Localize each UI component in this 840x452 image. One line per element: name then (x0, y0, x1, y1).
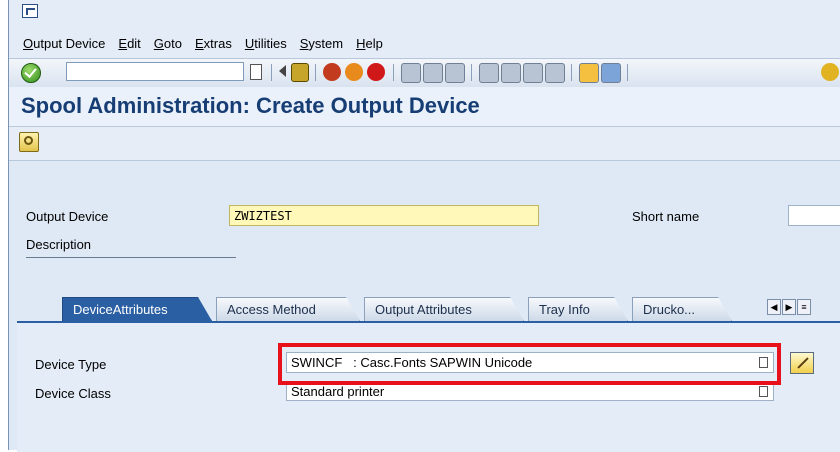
find-next-icon[interactable] (445, 63, 465, 83)
system-toolbar (9, 58, 840, 88)
system-menu-icon[interactable] (22, 4, 38, 18)
create-session-icon[interactable] (579, 63, 599, 83)
menu-help[interactable]: Help (356, 36, 383, 51)
prev-page-icon[interactable] (501, 63, 521, 83)
short-name-field[interactable] (788, 205, 840, 226)
first-page-icon[interactable] (479, 63, 499, 83)
command-field[interactable] (66, 62, 244, 81)
exit-icon[interactable] (345, 63, 363, 81)
menu-utilities[interactable]: Utilities (245, 36, 287, 51)
tab-tray-info[interactable]: Tray Info (528, 297, 628, 321)
menu-bar: Output Device Edit Goto Extras Utilities… (9, 0, 840, 58)
device-type-label: Device Type (35, 357, 107, 372)
menu-output-device[interactable]: Output Device (23, 36, 105, 51)
device-class-f4-icon[interactable] (759, 386, 768, 397)
device-class-label: Device Class (35, 386, 111, 401)
shortcut-icon[interactable] (601, 63, 621, 83)
back-icon[interactable] (323, 63, 341, 81)
title-bar: Spool Administration: Create Output Devi… (9, 87, 840, 127)
tab-output-attributes[interactable]: Output Attributes (364, 297, 524, 321)
tab-list-icon[interactable]: ≡ (797, 299, 811, 315)
back-arrow-icon[interactable] (279, 65, 286, 77)
print-icon[interactable] (401, 63, 421, 83)
output-device-field[interactable] (229, 205, 539, 226)
tab-scroll-right-icon[interactable]: ▶ (782, 299, 796, 315)
application-toolbar (9, 127, 840, 161)
menu: Output Device Edit Goto Extras Utilities… (23, 36, 383, 51)
help-icon[interactable] (821, 63, 839, 81)
output-device-label: Output Device (26, 209, 109, 224)
toolbar-separator (571, 64, 572, 81)
tab-drucko[interactable]: Drucko... (632, 297, 732, 321)
tab-device-attributes[interactable]: DeviceAttributes (62, 297, 212, 321)
toolbar-separator (315, 64, 316, 81)
check-icon[interactable] (21, 63, 41, 83)
description-underline (26, 257, 236, 258)
wizard-icon[interactable] (790, 352, 814, 374)
tab-access-method[interactable]: Access Method (216, 297, 360, 321)
change-icon[interactable] (19, 132, 39, 152)
short-name-label: Short name (632, 209, 700, 224)
toolbar-separator (471, 64, 472, 81)
cancel-icon[interactable] (367, 63, 385, 81)
page-title: Spool Administration: Create Output Devi… (21, 93, 480, 118)
save-icon[interactable] (291, 63, 309, 82)
description-label: Description (26, 237, 92, 252)
toolbar-separator (627, 64, 628, 81)
device-type-highlight (278, 343, 781, 385)
menu-system[interactable]: System (300, 36, 343, 51)
next-page-icon[interactable] (523, 63, 543, 83)
tab-scroll-left-icon[interactable]: ◀ (767, 299, 781, 315)
menu-goto[interactable]: Goto (154, 36, 182, 51)
last-page-icon[interactable] (545, 63, 565, 83)
find-icon[interactable] (423, 63, 443, 83)
menu-extras[interactable]: Extras (195, 36, 232, 51)
sap-window: Output Device Edit Goto Extras Utilities… (8, 0, 840, 452)
command-history-icon[interactable] (250, 64, 262, 80)
toolbar-separator (271, 64, 272, 81)
toolbar-separator (393, 64, 394, 81)
menu-edit[interactable]: Edit (118, 36, 140, 51)
